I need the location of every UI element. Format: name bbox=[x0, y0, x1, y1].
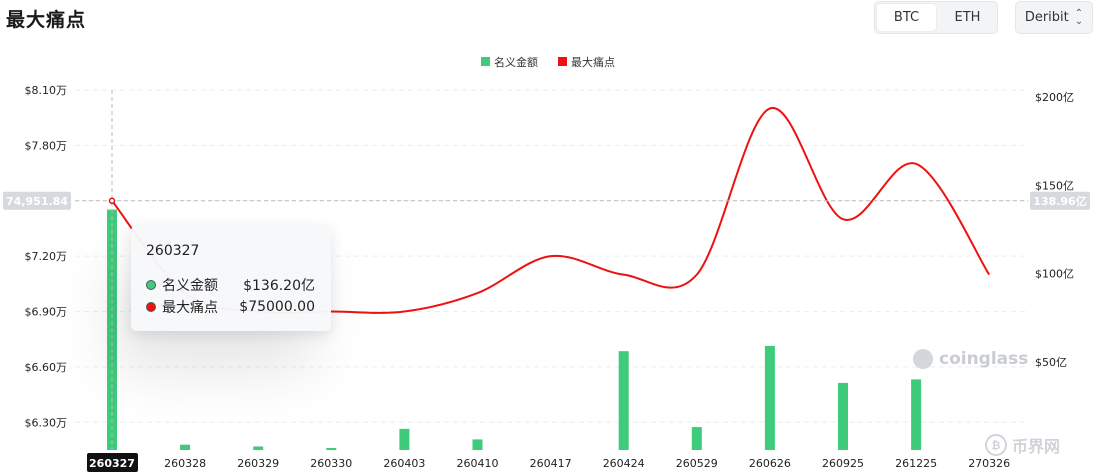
bar-notional bbox=[691, 427, 702, 450]
bijie-logo-icon: ₿ bbox=[985, 434, 1007, 456]
x-axis-tick-label: 270326 bbox=[968, 457, 1010, 470]
x-axis-tick-label: 260327 bbox=[89, 457, 135, 470]
left-axis-tick-label: $8.10万 bbox=[25, 84, 68, 97]
bar-notional bbox=[326, 448, 337, 450]
right-axis-tick-label: $200亿 bbox=[1035, 91, 1074, 104]
bar-notional bbox=[253, 446, 264, 450]
tooltip-dot-notional bbox=[146, 280, 156, 290]
tooltip-value-maxpain: $75000.00 bbox=[239, 299, 315, 315]
x-axis-tick-label: 260417 bbox=[530, 457, 572, 470]
left-axis-tick-label: $7.80万 bbox=[25, 139, 68, 152]
crosshair-left-readout: 74,951.84 bbox=[6, 195, 68, 208]
x-axis-tick-label: 260329 bbox=[237, 457, 279, 470]
chart-tooltip: 260327 名义金额 $136.20亿 最大痛点 $75000.00 bbox=[131, 225, 331, 331]
bijie-watermark-text: 币界网 bbox=[1012, 437, 1061, 456]
coinglass-logo-icon bbox=[913, 349, 933, 369]
tooltip-label-maxpain: 最大痛点 bbox=[162, 300, 218, 316]
crosshair-right-readout: 138.96亿 bbox=[1033, 194, 1086, 208]
left-axis-tick-label: $6.30万 bbox=[25, 416, 68, 429]
x-axis-tick-label: 260330 bbox=[310, 457, 352, 470]
x-axis-tick-label: 260529 bbox=[676, 457, 718, 470]
legend-label-notional: 名义金额 bbox=[494, 55, 538, 69]
legend-swatch-maxpain bbox=[558, 57, 567, 66]
bijie-watermark: ₿ 币界网 bbox=[985, 433, 1060, 457]
right-axis-tick-label: $50亿 bbox=[1035, 356, 1067, 369]
x-axis-tick-label: 260328 bbox=[164, 457, 206, 470]
legend-label-maxpain: 最大痛点 bbox=[571, 55, 615, 69]
bar-notional bbox=[618, 351, 629, 450]
bar-notional bbox=[180, 444, 191, 450]
bar-notional bbox=[911, 379, 922, 450]
left-axis-tick-label: $7.20万 bbox=[25, 250, 68, 263]
x-axis-tick-label: 261225 bbox=[895, 457, 937, 470]
max-pain-point bbox=[108, 197, 116, 205]
tooltip-date: 260327 bbox=[146, 243, 200, 259]
bar-notional bbox=[764, 345, 775, 450]
left-axis-tick-label: $6.90万 bbox=[25, 306, 68, 319]
tooltip-row-notional: 名义金额 $136.20亿 bbox=[146, 275, 315, 295]
x-axis-tick-label: 260424 bbox=[603, 457, 645, 470]
legend-swatch-notional bbox=[481, 57, 490, 66]
left-axis-tick-label: $6.60万 bbox=[25, 361, 68, 374]
coinglass-watermark: coinglass bbox=[913, 349, 1028, 369]
x-axis-tick-label: 260925 bbox=[822, 457, 864, 470]
tooltip-row-maxpain: 最大痛点 $75000.00 bbox=[146, 297, 315, 317]
tooltip-label-notional: 名义金额 bbox=[162, 278, 218, 294]
right-axis-tick-label: $100亿 bbox=[1035, 268, 1074, 281]
x-axis-tick-label: 260626 bbox=[749, 457, 791, 470]
bar-notional bbox=[399, 428, 410, 450]
bar-notional bbox=[838, 382, 848, 450]
tooltip-dot-maxpain bbox=[146, 302, 156, 312]
bar-notional bbox=[472, 439, 483, 450]
right-axis-tick-label: $150亿 bbox=[1035, 179, 1074, 192]
coinglass-watermark-text: coinglass bbox=[939, 349, 1029, 369]
x-axis-tick-label: 260410 bbox=[457, 457, 499, 470]
tooltip-value-notional: $136.20亿 bbox=[243, 278, 315, 294]
x-axis-tick-label: 260403 bbox=[383, 457, 425, 470]
